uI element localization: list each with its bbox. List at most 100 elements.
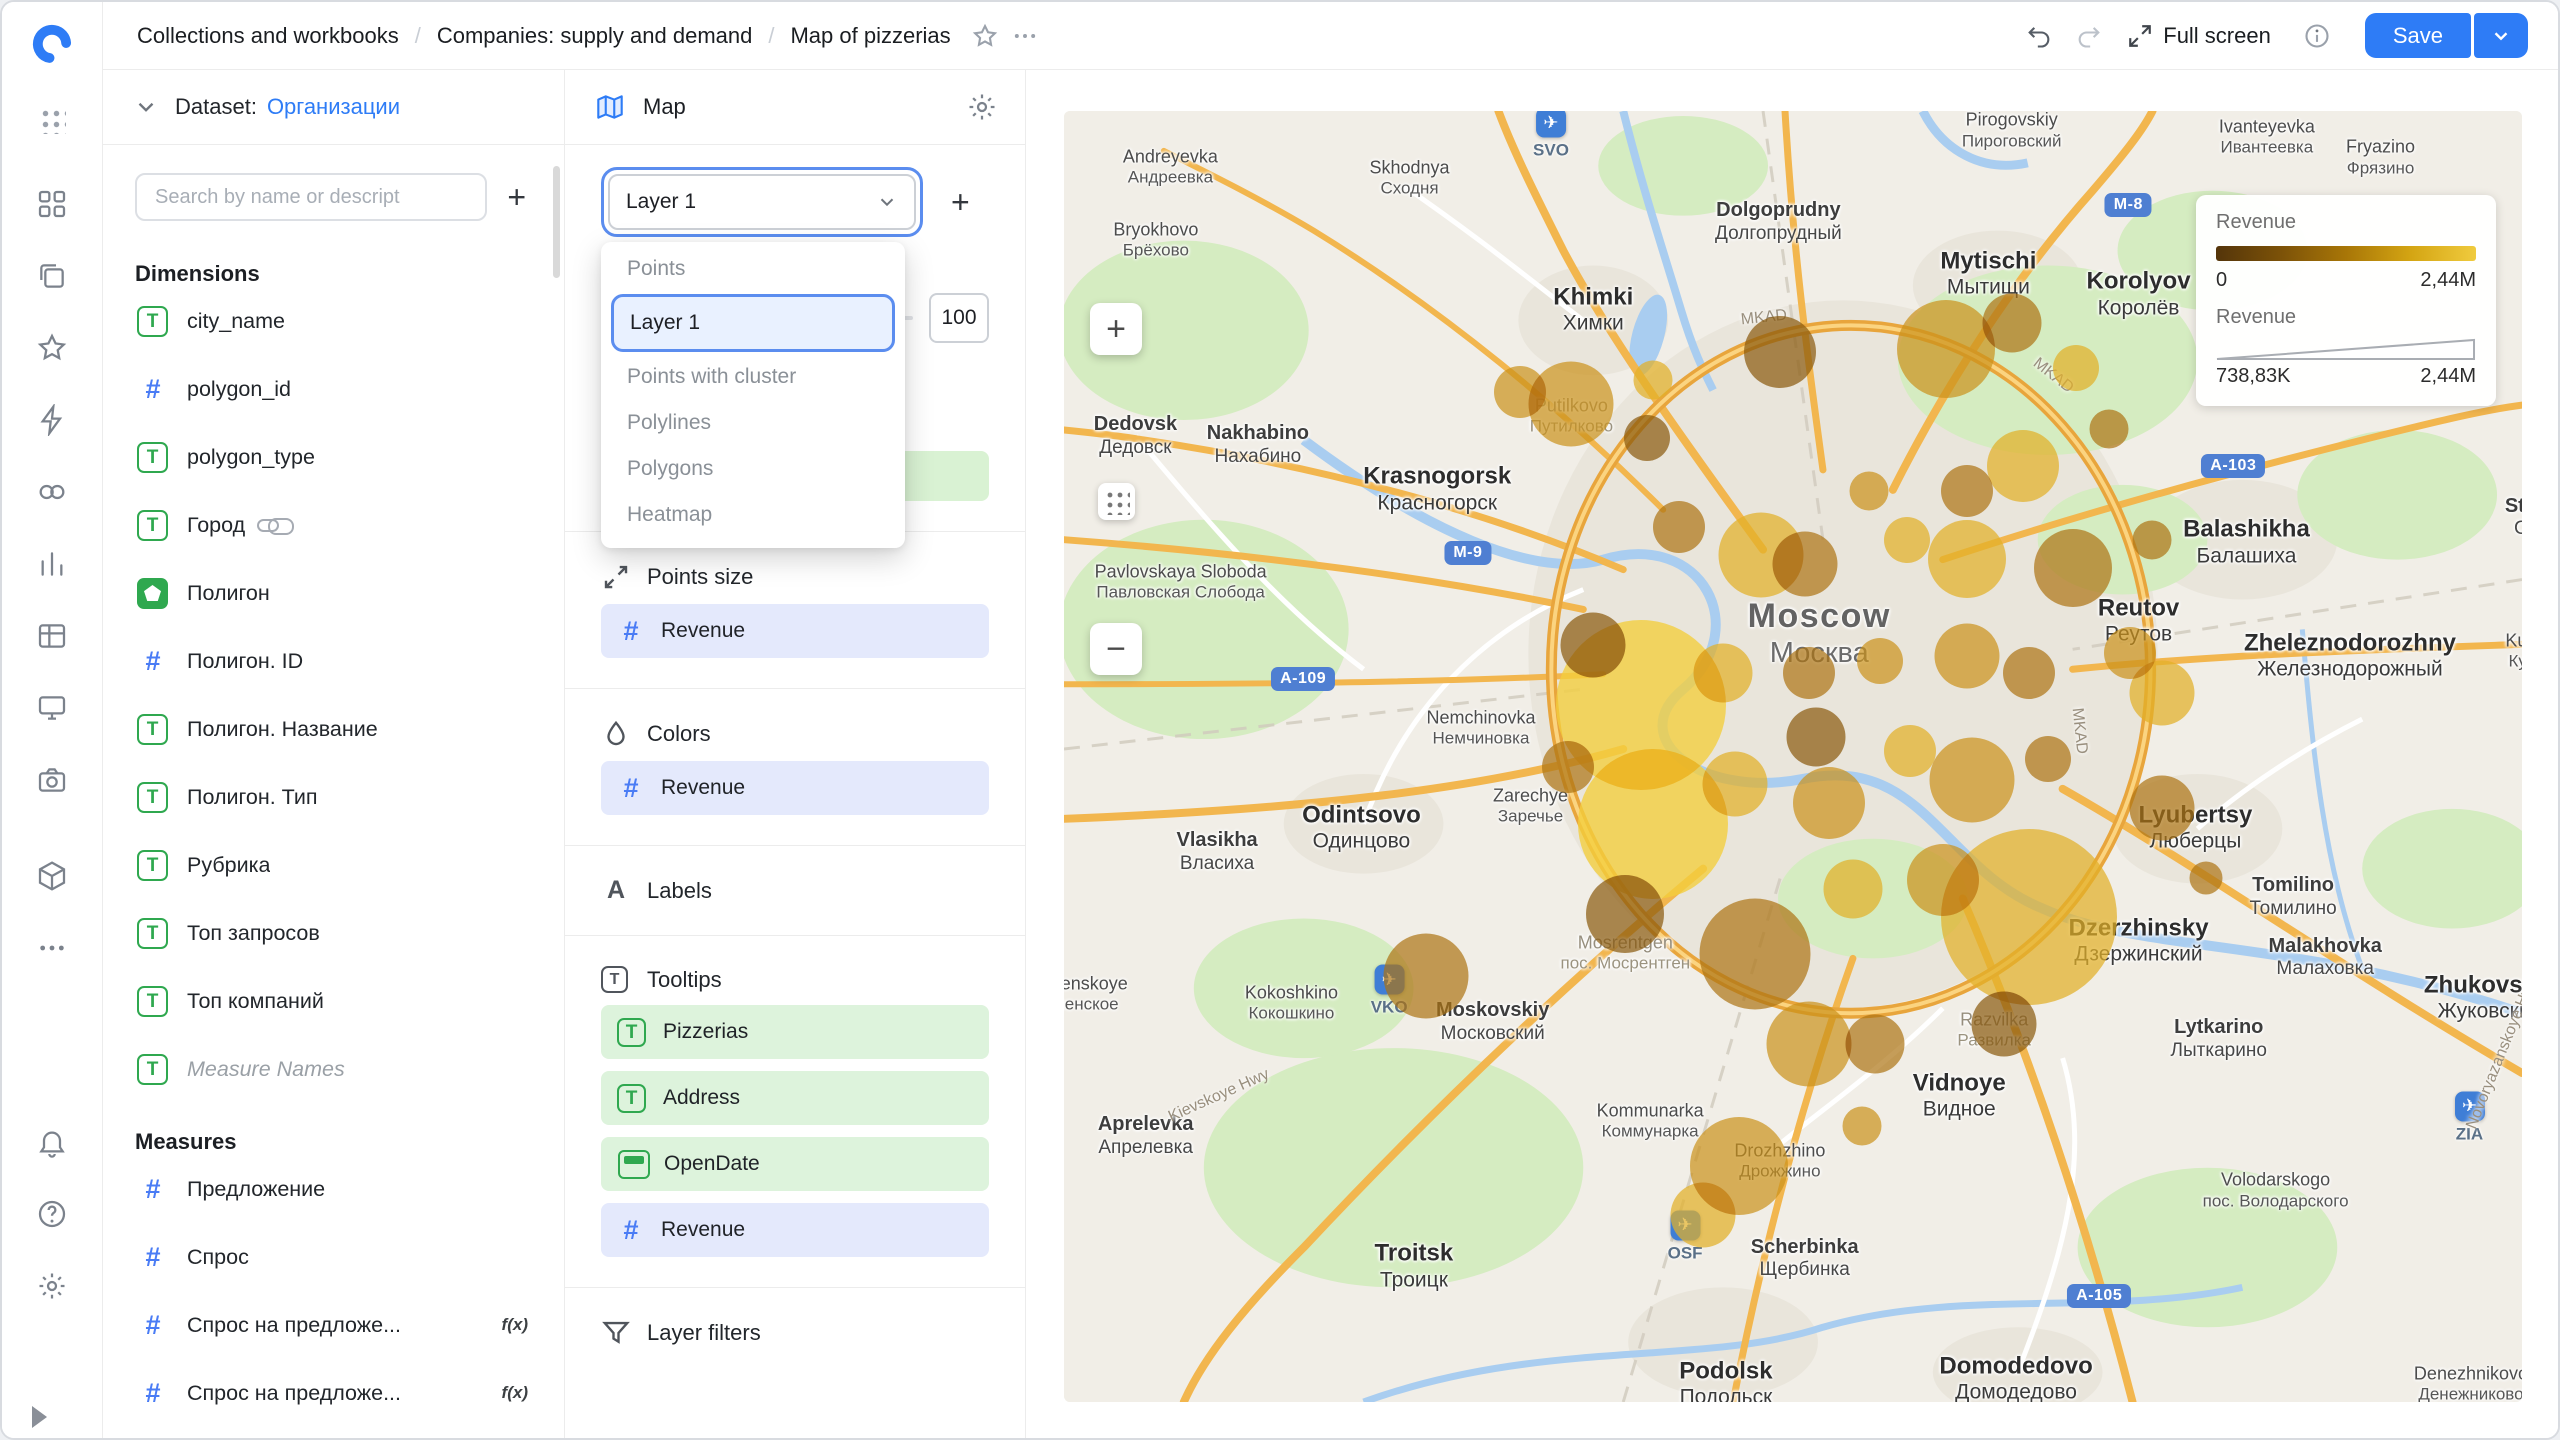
dataset-field[interactable]: T Топ компаний: [135, 967, 532, 1035]
dropdown-menu-item[interactable]: Points: [601, 246, 905, 292]
field-chip[interactable]: OpenDate: [601, 1137, 989, 1191]
redo-icon[interactable]: [2069, 16, 2109, 56]
map-bubble[interactable]: [2034, 529, 2112, 607]
collapse-panel-icon[interactable]: [32, 1406, 47, 1428]
map-bubble[interactable]: [1823, 860, 1882, 919]
more-menu-icon[interactable]: [1005, 16, 1045, 56]
apps-grid-icon[interactable]: [30, 98, 74, 142]
map-bubble[interactable]: [2129, 661, 2194, 726]
notifications-bell-icon[interactable]: [30, 1120, 74, 1164]
nav-favorites-icon[interactable]: [30, 326, 74, 370]
add-field-button[interactable]: +: [501, 181, 532, 213]
dataset-field[interactable]: # Спрос на предложе...: [135, 1291, 532, 1359]
map-bubble[interactable]: [1987, 430, 2059, 502]
map-bubble[interactable]: [1849, 471, 1888, 510]
dataset-name-link[interactable]: Организации: [267, 94, 400, 120]
dropdown-menu-item[interactable]: Polygons: [601, 446, 905, 492]
breadcrumb-item[interactable]: Companies: supply and demand: [437, 23, 791, 49]
dataset-field[interactable]: # Спрос: [135, 1223, 532, 1291]
dataset-field[interactable]: T Топ запросов: [135, 899, 532, 967]
map-bubble[interactable]: [2053, 345, 2099, 391]
zoom-out-button[interactable]: −: [1090, 623, 1142, 675]
dropdown-menu-item[interactable]: Heatmap: [601, 492, 905, 538]
dataset-field[interactable]: T Город: [135, 491, 532, 559]
breadcrumb-item[interactable]: Map of pizzerias: [790, 23, 950, 49]
nav-charts-icon[interactable]: [30, 542, 74, 586]
dropdown-menu-item[interactable]: Polylines: [601, 400, 905, 446]
save-button[interactable]: Save: [2365, 13, 2471, 58]
dataset-field[interactable]: # Предложение: [135, 1155, 532, 1223]
dataset-search-input[interactable]: [135, 173, 487, 221]
map-bubble[interactable]: [1982, 293, 2041, 352]
map-bubble[interactable]: [1941, 829, 2117, 1005]
map-bubble[interactable]: [1972, 991, 2037, 1056]
map-bubble[interactable]: [1884, 517, 1930, 563]
field-chip[interactable]: T Pizzerias: [601, 1005, 989, 1059]
map-bubble[interactable]: [1767, 1002, 1852, 1087]
map-bubble[interactable]: [1941, 465, 1993, 517]
map-bubble[interactable]: [1702, 751, 1767, 816]
add-layer-button[interactable]: +: [951, 184, 970, 221]
map-bubble[interactable]: [1857, 638, 1903, 684]
undo-icon[interactable]: [2019, 16, 2059, 56]
dataset-field[interactable]: # Полигон. ID: [135, 627, 532, 695]
map-settings-gear-icon[interactable]: [967, 92, 997, 122]
map-bubble[interactable]: [1787, 708, 1846, 767]
dataset-field[interactable]: # Спрос на предложе...: [135, 1359, 532, 1427]
dataset-field[interactable]: T polygon_type: [135, 423, 532, 491]
nav-more-icon[interactable]: [30, 926, 74, 970]
map-bubble[interactable]: [1772, 532, 1837, 597]
field-chip[interactable]: # Revenue: [601, 1203, 989, 1257]
dataset-field[interactable]: # polygon_id: [135, 355, 532, 423]
nav-presentations-icon[interactable]: [30, 686, 74, 730]
save-dropdown-button[interactable]: [2474, 13, 2528, 58]
breadcrumb-item[interactable]: Collections and workbooks: [137, 23, 437, 49]
map-bubble[interactable]: [1383, 933, 1468, 1018]
settings-gear-icon[interactable]: [30, 1264, 74, 1308]
map-bubble[interactable]: [1934, 623, 1999, 688]
info-icon[interactable]: [2297, 16, 2337, 56]
map-bubble[interactable]: [1845, 1015, 1904, 1074]
favorite-star-icon[interactable]: [965, 16, 1005, 56]
help-icon[interactable]: [30, 1192, 74, 1236]
layer-opacity-input[interactable]: 100: [929, 293, 989, 343]
layer-select[interactable]: Layer 1: [608, 174, 916, 230]
map-bubble[interactable]: [1624, 415, 1670, 461]
map-bubble[interactable]: [1928, 520, 2006, 598]
map-bubble[interactable]: [2189, 861, 2222, 894]
field-chip[interactable]: # Revenue: [601, 761, 989, 815]
map-bubble[interactable]: [1930, 737, 2015, 822]
nav-datasets-icon[interactable]: [30, 614, 74, 658]
nav-gallery-icon[interactable]: [30, 758, 74, 802]
dropdown-menu-item[interactable]: Points with cluster: [601, 354, 905, 400]
dataset-field[interactable]: Полигон: [135, 559, 532, 627]
chevron-down-icon[interactable]: [133, 94, 159, 120]
dataset-field[interactable]: T Полигон. Название: [135, 695, 532, 763]
map-bubble[interactable]: [2025, 736, 2071, 782]
map-bubble[interactable]: [1653, 501, 1705, 553]
zoom-in-button[interactable]: +: [1090, 303, 1142, 355]
map-bubble[interactable]: [1494, 366, 1546, 418]
map-bubble[interactable]: [1783, 647, 1835, 699]
map-area-select-button[interactable]: [1098, 483, 1135, 520]
map-bubble[interactable]: [2090, 409, 2129, 448]
map-bubble[interactable]: [1793, 767, 1865, 839]
map-bubble[interactable]: [2003, 647, 2055, 699]
dataset-field[interactable]: T city_name: [135, 287, 532, 355]
dataset-field[interactable]: T Полигон. Тип: [135, 763, 532, 831]
map-bubble[interactable]: [1542, 741, 1594, 793]
dataset-field[interactable]: T Measure Names: [135, 1035, 532, 1103]
map-bubble[interactable]: [1897, 300, 1995, 398]
dropdown-menu-item[interactable]: Layer 1: [611, 294, 895, 352]
full-screen-button[interactable]: Full screen: [2119, 23, 2279, 49]
scrollbar-thumb[interactable]: [553, 166, 560, 278]
map-bubble[interactable]: [1634, 360, 1673, 399]
datalens-logo-icon[interactable]: [24, 16, 80, 72]
field-chip[interactable]: # Revenue: [601, 604, 989, 658]
map-bubble[interactable]: [1700, 899, 1811, 1010]
map-bubble[interactable]: [2129, 776, 2194, 841]
nav-connections-icon[interactable]: [30, 470, 74, 514]
nav-collections-icon[interactable]: [30, 254, 74, 298]
dataset-field[interactable]: T Рубрика: [135, 831, 532, 899]
map-bubble[interactable]: [1586, 875, 1664, 953]
